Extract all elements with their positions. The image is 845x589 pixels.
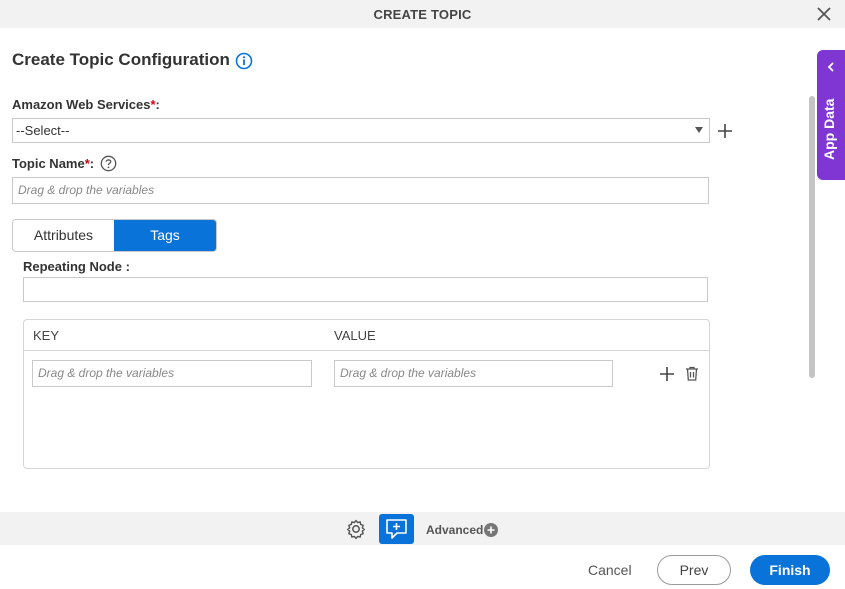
topic-name-label: Topic Name*: (12, 156, 94, 171)
scrollbar[interactable] (809, 96, 815, 378)
info-icon[interactable] (235, 52, 253, 70)
title-bar: CREATE TOPIC (0, 0, 845, 28)
key-placeholder: Drag & drop the variables (38, 366, 175, 380)
cancel-button[interactable]: Cancel (588, 562, 632, 578)
aws-label-text: Amazon Web Services (12, 97, 151, 112)
gear-icon[interactable] (345, 518, 367, 540)
repeating-node-label: Repeating Node : (23, 259, 130, 274)
add-comment-button[interactable] (379, 514, 414, 544)
chevron-left-icon (827, 62, 834, 72)
tab-tags[interactable]: Tags (114, 220, 216, 251)
window-title: CREATE TOPIC (373, 7, 472, 22)
column-header-key: KEY (33, 328, 60, 343)
topic-name-input[interactable]: Drag & drop the variables (12, 177, 709, 204)
value-input[interactable]: Drag & drop the variables (334, 360, 613, 387)
chevron-down-icon (695, 127, 703, 133)
tags-grid: KEY VALUE Drag & drop the variables Drag… (23, 319, 710, 469)
tab-attributes[interactable]: Attributes (13, 220, 114, 251)
topic-name-label-text: Topic Name (12, 156, 85, 171)
label-suffix: : (155, 97, 160, 112)
help-icon[interactable] (100, 155, 117, 172)
close-icon[interactable] (815, 5, 833, 23)
value-placeholder: Drag & drop the variables (340, 366, 477, 380)
column-header-value: VALUE (334, 328, 376, 343)
add-row-icon[interactable] (659, 366, 675, 382)
bottom-toolbar (0, 512, 845, 545)
aws-select[interactable]: --Select-- (12, 118, 710, 143)
aws-label: Amazon Web Services*: (12, 97, 160, 112)
finish-button[interactable]: Finish (750, 555, 830, 585)
plus-circle-icon[interactable] (484, 523, 498, 537)
key-input[interactable]: Drag & drop the variables (32, 360, 312, 387)
aws-select-value: --Select-- (16, 123, 70, 138)
grid-header: KEY VALUE (24, 320, 709, 351)
prev-button[interactable]: Prev (657, 555, 731, 585)
app-data-label: App Data (821, 98, 837, 160)
label-suffix: : (89, 156, 95, 171)
add-aws-connection-icon[interactable] (717, 123, 733, 139)
trash-icon[interactable] (684, 365, 700, 382)
comment-plus-icon (386, 519, 407, 539)
tab-group: Attributes Tags (12, 219, 217, 252)
page-title: Create Topic Configuration (12, 50, 230, 69)
advanced-link[interactable]: Advanced (426, 523, 483, 537)
topic-name-placeholder: Drag & drop the variables (18, 183, 155, 197)
app-data-panel-toggle[interactable]: App Data (817, 50, 845, 180)
repeating-node-input[interactable] (23, 277, 708, 302)
